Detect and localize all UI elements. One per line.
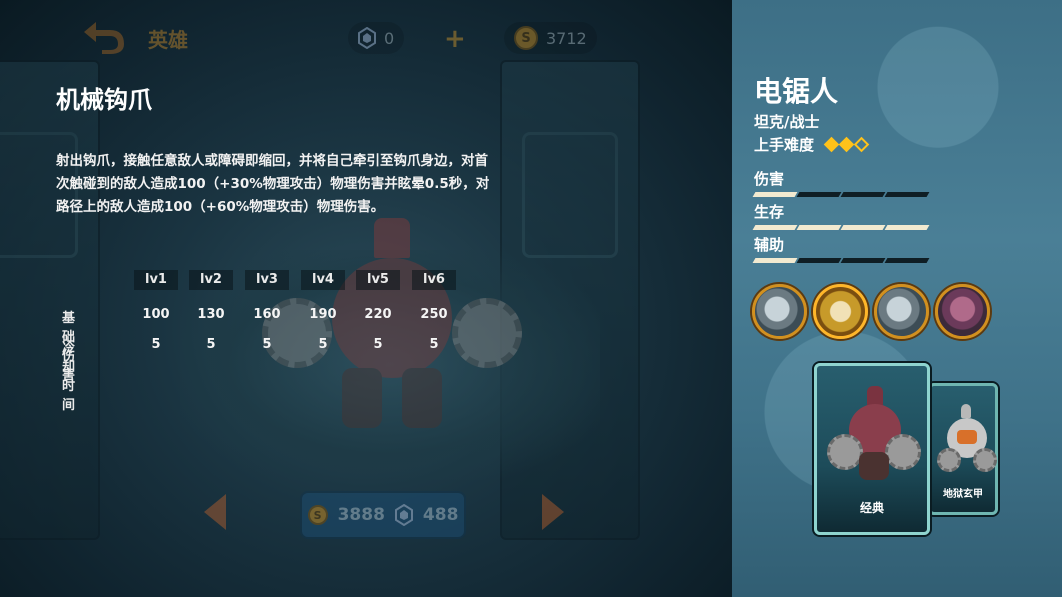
stat-bar-segment: [840, 258, 886, 263]
gem-counter: 0: [348, 22, 405, 54]
stat-bar-segment: [796, 258, 842, 263]
table-cell: 130: [197, 307, 225, 322]
hero-info-panel: 电锯人 坦克/战士 上手难度 伤害生存辅助 经典 地狱玄甲: [732, 0, 1062, 597]
stat-bar-segment: [752, 192, 798, 197]
saw-blade-icon[interactable]: [752, 284, 807, 339]
next-hero-arrow-icon[interactable]: [542, 494, 564, 530]
back-arrow-icon[interactable]: [82, 18, 126, 54]
level-header: lv6: [412, 270, 456, 290]
table-cell: 160: [253, 307, 281, 322]
difficulty-diamonds: [823, 136, 870, 153]
coin-count: 3712: [546, 28, 587, 48]
coin-icon: S: [514, 26, 538, 50]
skin-name: 经典: [859, 501, 884, 515]
stat-bar-segment: [884, 258, 930, 263]
buy-hero-button[interactable]: S 3888 488: [300, 491, 466, 539]
difficulty-diamond-icon: [838, 136, 855, 153]
skin-card-classic[interactable]: 经典: [814, 363, 930, 535]
stat-bar: [752, 258, 930, 263]
top-bar: 英雄 0 + S 3712: [0, 0, 732, 70]
stat-label: 生存: [754, 203, 785, 221]
level-header: lv1: [134, 270, 178, 290]
coin-counter: S 3712: [504, 22, 597, 54]
coin-icon: S: [307, 505, 328, 525]
stat-bar-segment: [752, 225, 798, 230]
gem-icon: [358, 27, 376, 49]
table-cell: 220: [364, 307, 392, 322]
difficulty-diamond-icon: [823, 136, 840, 153]
table-cell: 5: [373, 337, 383, 352]
hero-skin-art: [827, 386, 923, 486]
skill-icon-list: [752, 284, 990, 339]
skin-name: 地狱玄甲: [943, 489, 983, 500]
table-cell: 5: [429, 337, 439, 352]
tab-heroes[interactable]: 英雄: [148, 24, 188, 53]
gem-icon: [394, 504, 413, 526]
skill-description: 射出钩爪，接触任意敌人或障碍即缩回，并将自己牵引至钩爪身边，对首次触碰到的敌人造…: [56, 153, 490, 215]
claw-icon[interactable]: [813, 284, 868, 339]
stat-bar-segment: [840, 225, 886, 230]
stat-bar-segment: [840, 192, 886, 197]
hero-portrait-icon[interactable]: [935, 284, 990, 339]
previous-hero-arrow-icon[interactable]: [204, 494, 226, 530]
skin-card-hell-armor[interactable]: 地狱玄甲: [928, 383, 998, 515]
gem-price: 488: [422, 505, 459, 525]
stat-meter: 生存: [752, 201, 930, 230]
stat-meter: 伤害: [752, 168, 930, 197]
skill-title: 机械钩爪: [56, 86, 152, 114]
stat-label: 辅助: [754, 236, 785, 254]
hero-name: 电锯人: [754, 75, 839, 108]
game-scene-background: 英雄 0 + S 3712 机械钩爪 射出钩爪，接触任意敌人或障碍即缩回，并将自…: [0, 0, 732, 597]
stat-bar: [752, 225, 930, 230]
difficulty-rating: 上手难度: [754, 134, 870, 155]
table-cell: 190: [309, 307, 337, 322]
hero-skin-art: [937, 404, 997, 484]
table-cell: 100: [142, 307, 170, 322]
level-header: lv5: [356, 270, 400, 290]
stat-label: 伤害: [754, 170, 785, 188]
level-header: lv2: [189, 270, 233, 290]
stat-bar-segment: [752, 258, 798, 263]
spin-icon[interactable]: [874, 284, 929, 339]
background-pillar: [0, 60, 100, 540]
table-cell: 5: [151, 337, 161, 352]
stat-meter: 辅助: [752, 234, 930, 263]
table-cell: 250: [420, 307, 448, 322]
add-currency-plus-icon[interactable]: +: [444, 24, 466, 54]
difficulty-label: 上手难度: [754, 136, 815, 154]
table-cell: 5: [206, 337, 216, 352]
table-cell: 5: [318, 337, 328, 352]
table-row-label: 冷却时间: [62, 341, 76, 413]
level-header: lv4: [301, 270, 345, 290]
hero-role: 坦克/战士: [754, 113, 820, 131]
stat-bar: [752, 192, 930, 197]
hero-model-preview: [262, 218, 522, 438]
table-cell: 5: [262, 337, 272, 352]
gem-count: 0: [384, 28, 395, 48]
difficulty-diamond-icon: [853, 136, 870, 153]
coin-price: 3888: [337, 505, 385, 525]
stat-bar-segment: [796, 225, 842, 230]
stat-bar-segment: [884, 225, 930, 230]
level-header: lv3: [245, 270, 289, 290]
stat-bar-segment: [796, 192, 842, 197]
stat-bar-segment: [884, 192, 930, 197]
